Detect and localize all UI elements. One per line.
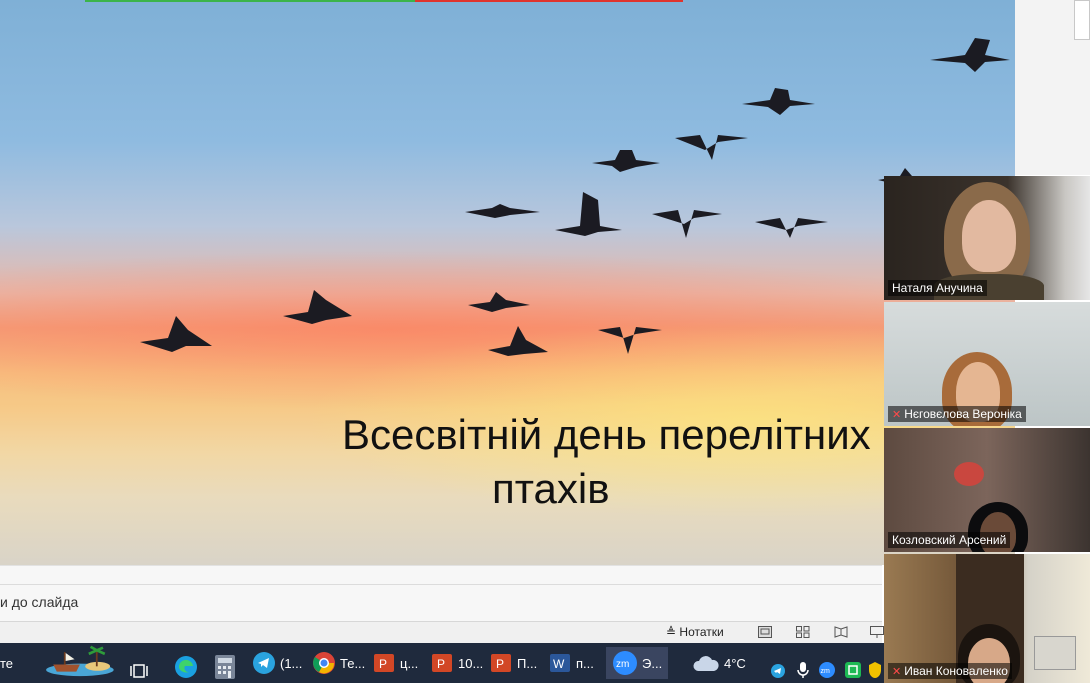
taskbar-powerpoint-2-label: 10... — [458, 655, 484, 671]
powerpoint-icon: P — [432, 654, 452, 672]
weather-widget[interactable]: 4°C — [692, 647, 746, 679]
participant-name: Нєговєлова Вероніка — [904, 407, 1022, 421]
bird — [930, 38, 1010, 72]
wall-decoration — [954, 462, 984, 486]
edge-browser-icon[interactable] — [173, 651, 199, 683]
taskbar-powerpoint-3-label: П... — [517, 655, 538, 671]
svg-text:zm: zm — [821, 668, 831, 675]
svg-text:zm: zm — [616, 659, 629, 670]
taskbar-search-text[interactable]: те — [0, 647, 13, 679]
participant-tile-2[interactable]: ✕ Нєговєлова Вероніка — [884, 302, 1090, 426]
chrome-icon — [313, 652, 335, 674]
powerpoint-icon: P — [374, 654, 394, 672]
progress-bar-green — [85, 0, 415, 2]
bird — [468, 292, 530, 312]
taskbar-powerpoint-2[interactable]: P 10... — [430, 647, 483, 679]
notes-pane[interactable]: и до слайда — [0, 565, 882, 622]
notes-divider — [0, 584, 882, 585]
participant-name-label: ✕ Нєговєлова Вероніка — [888, 406, 1026, 422]
zoom-icon: zm — [613, 651, 637, 675]
slideshow-icon[interactable] — [870, 626, 884, 638]
zoom-tray-icon[interactable]: zm — [818, 654, 836, 686]
telegram-tray-icon[interactable] — [770, 655, 786, 687]
calculator-icon[interactable] — [214, 651, 236, 683]
notes-placeholder[interactable]: и до слайда — [0, 594, 78, 610]
bird — [140, 316, 212, 352]
mic-muted-icon: ✕ — [892, 409, 902, 421]
bird — [488, 326, 548, 356]
microphone-icon[interactable] — [796, 654, 810, 686]
task-view-icon[interactable] — [130, 655, 148, 687]
notes-caret-icon: ≜ — [666, 625, 677, 639]
bird — [283, 290, 352, 324]
progress-bar-red — [415, 0, 683, 2]
bird — [598, 327, 662, 354]
participant-name-label: ✕ Иван Коноваленко — [888, 663, 1012, 679]
svg-text:W: W — [553, 657, 565, 671]
beach-island-icon[interactable] — [40, 645, 118, 677]
taskbar-chrome-label: Те... — [340, 655, 366, 671]
bird — [755, 218, 828, 238]
bird — [675, 135, 748, 160]
taskbar-powerpoint-1-label: ц... — [400, 655, 419, 671]
bird — [592, 150, 660, 172]
bird — [652, 210, 722, 238]
green-tray-icon[interactable] — [844, 654, 862, 686]
taskbar-chrome[interactable]: Те... — [312, 647, 365, 679]
participant-tile-3[interactable]: Козловский Арсений — [884, 428, 1090, 552]
slide-canvas: Всесвітній день перелітних птахів — [0, 0, 1015, 565]
svg-text:P: P — [379, 657, 387, 671]
taskbar-word-label: п... — [576, 655, 594, 671]
svg-text:P: P — [496, 657, 504, 671]
taskbar-word[interactable]: W п... — [548, 647, 594, 679]
scrollbar-thumb[interactable] — [1074, 0, 1090, 40]
bird — [742, 88, 815, 115]
taskbar-zoom-label: Э... — [642, 655, 663, 671]
taskbar-telegram[interactable]: (1... — [252, 647, 302, 679]
svg-text:P: P — [437, 657, 445, 671]
weather-temperature: 4°C — [724, 655, 746, 671]
word-icon: W — [550, 654, 570, 672]
mic-muted-icon: ✕ — [892, 666, 902, 678]
telegram-icon — [253, 652, 275, 674]
notes-button-label: Нотатки — [679, 625, 724, 639]
taskbar-telegram-label: (1... — [280, 655, 303, 671]
participant-name: Козловский Арсений — [888, 532, 1011, 548]
notes-button[interactable]: ≜ Нотатки — [666, 625, 724, 639]
taskbar-powerpoint-3[interactable]: P П... — [489, 647, 537, 679]
slide-title[interactable]: Всесвітній день перелітних птахів — [342, 408, 902, 516]
reading-view-icon[interactable] — [834, 626, 848, 638]
participant-name: Иван Коноваленко — [904, 664, 1008, 678]
bird-flock — [140, 38, 1010, 356]
cloud-icon — [693, 656, 719, 671]
slide-title-line-1: Всесвітній день перелітних — [342, 411, 871, 458]
taskbar-zoom[interactable]: zm Э... — [606, 647, 669, 679]
participant-face — [962, 200, 1016, 272]
normal-view-icon[interactable] — [758, 626, 772, 638]
bird — [555, 192, 622, 236]
wall-picture — [1034, 636, 1076, 670]
slide-sorter-icon[interactable] — [796, 626, 810, 638]
powerpoint-icon: P — [491, 654, 511, 672]
bird — [465, 204, 540, 218]
slide-title-line-2: птахів — [492, 465, 610, 512]
status-bar: ≜ Нотатки — [0, 621, 884, 644]
participant-tile-4[interactable]: ✕ Иван Коноваленко — [884, 554, 1090, 683]
taskbar-powerpoint-1[interactable]: P ц... — [372, 647, 418, 679]
security-shield-icon[interactable] — [868, 654, 882, 686]
participant-name: Наталя Анучина — [888, 280, 987, 296]
participant-tile-1[interactable]: Наталя Анучина — [884, 176, 1090, 300]
